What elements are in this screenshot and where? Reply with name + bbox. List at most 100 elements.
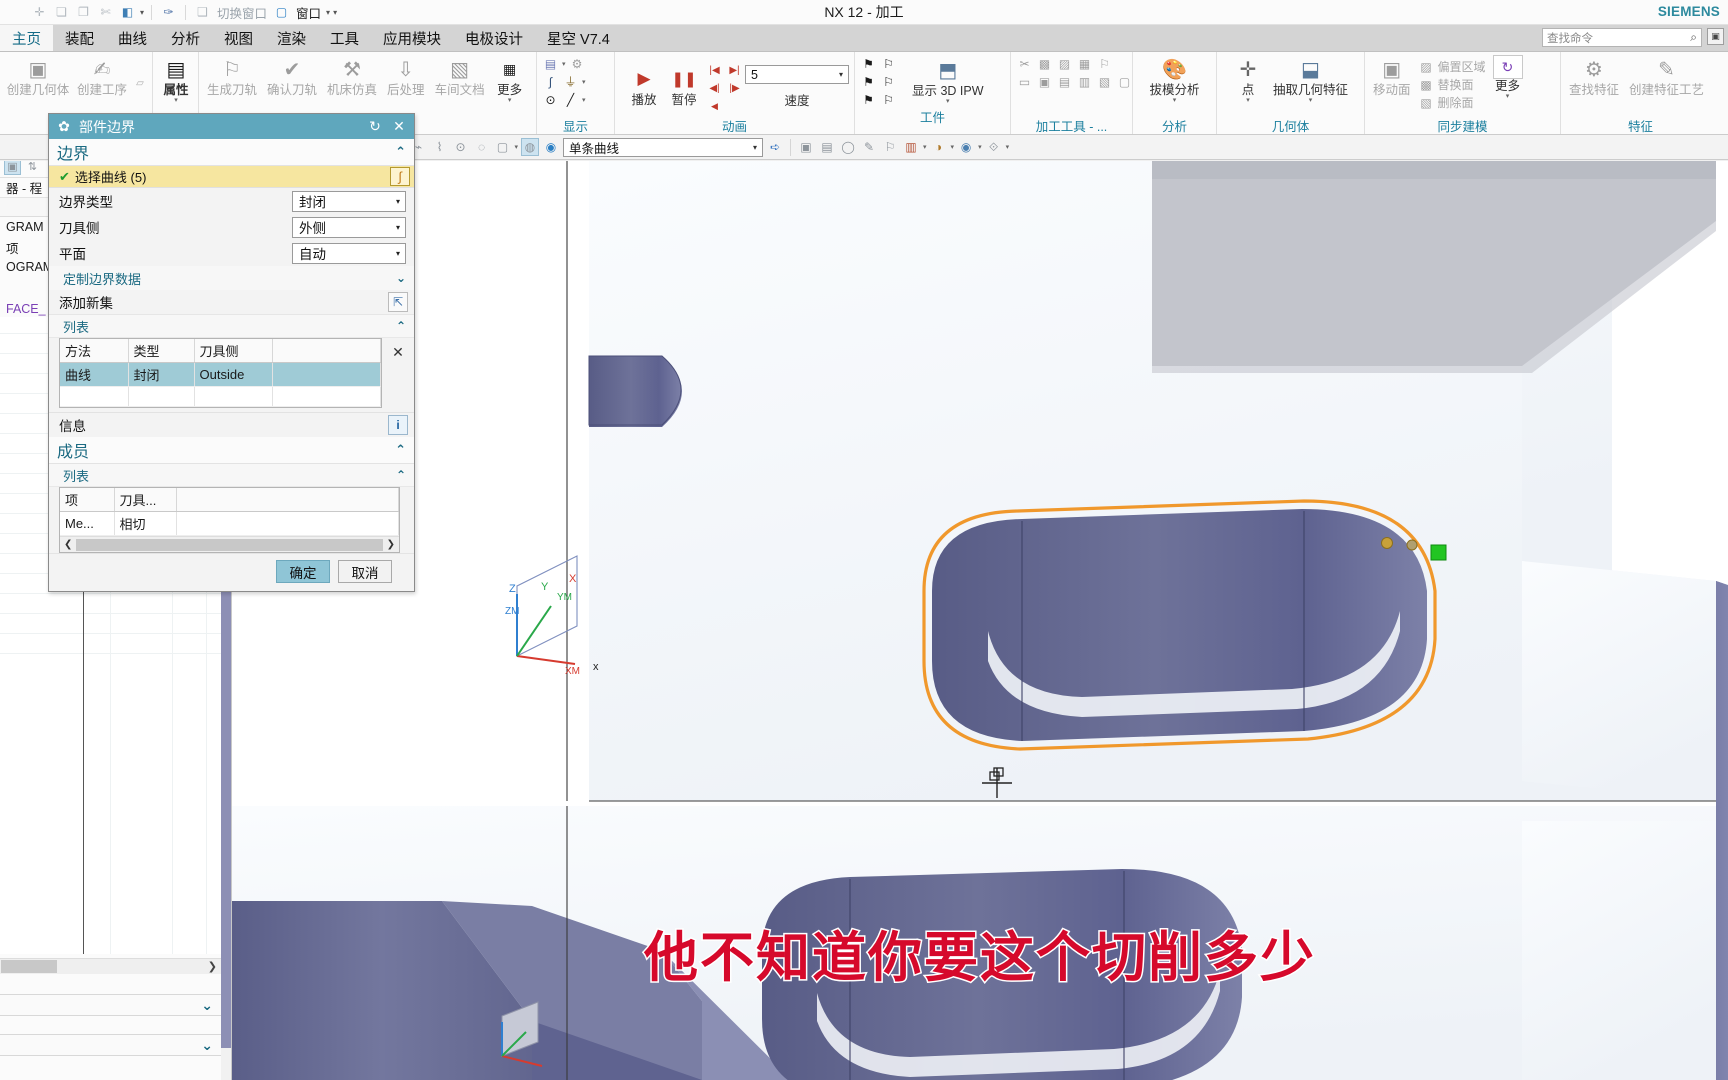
filter-solid-icon[interactable]: ◉ (542, 138, 560, 156)
tab-tools[interactable]: 工具 (318, 25, 371, 51)
create-operation-button[interactable]: ✍ 创建工序 (73, 55, 131, 98)
boundary-list-table[interactable]: 方法 类型 刀具侧 曲线 封闭 Outside (60, 339, 381, 407)
mt-icon-10[interactable]: ▧ (1096, 74, 1113, 90)
ribbon-tab-bar[interactable]: 主页 装配 曲线 分析 视图 渲染 工具 应用模块 电极设计 星空 V7.4 查… (0, 25, 1728, 52)
ipw-flag4-icon[interactable]: ⚐ (880, 74, 897, 90)
move-face-button[interactable]: ▣ 移动面 (1368, 55, 1416, 98)
reset-icon[interactable]: ↻ (366, 118, 384, 135)
add-new-set-row[interactable]: 添加新集 ⇱ (49, 290, 414, 315)
extract-geometry-button[interactable]: ⬓ 抽取几何特征 ▾ (1268, 55, 1353, 105)
remove-x-icon[interactable]: ✕ (390, 344, 406, 360)
line-dropdown-icon[interactable]: ▾ (582, 96, 586, 104)
shop-doc-button[interactable]: ▧ 车间文档 (430, 55, 490, 98)
dialog-title-bar[interactable]: ✿ 部件边界 ↻ ✕ (49, 114, 414, 139)
tool-dropdown-icon[interactable]: ▾ (582, 78, 586, 86)
undo-icon[interactable]: ❏ (52, 3, 71, 22)
point-dropdown-icon[interactable]: ▾ (1246, 97, 1250, 104)
mt-icon-11[interactable]: ▢ (1116, 74, 1133, 90)
save-icon[interactable]: ✛ (30, 3, 49, 22)
switch-window-icon[interactable]: ❑ (193, 3, 212, 22)
ribbon-minimize-button[interactable]: ▣ (1707, 28, 1724, 45)
point-button[interactable]: ✛ 点 ▾ (1228, 55, 1268, 105)
mt-icon-4[interactable]: ▦ (1076, 56, 1093, 72)
find-command-box[interactable]: 查找命令 ⌕ (1542, 28, 1702, 47)
boundary-type-select[interactable]: 封闭 ▾ (292, 190, 406, 212)
offset-region-icon[interactable]: ▨ (1418, 59, 1435, 75)
boundary-type-dropdown-icon[interactable]: ▾ (393, 197, 403, 206)
delete-face-icon[interactable]: ▧ (1418, 95, 1435, 111)
tab-curve[interactable]: 曲线 (106, 25, 159, 51)
graphics-viewport[interactable]: Z Y X ZM YM XM x 他不知道你要这个切削多少 (232, 161, 1728, 1080)
tab-electrode-design[interactable]: 电极设计 (453, 25, 535, 51)
qat-overflow-icon[interactable]: ▾ (333, 8, 337, 17)
mt-icon-1[interactable]: ✂ (1016, 56, 1033, 72)
zoom-fit-icon[interactable]: ▣ (797, 138, 815, 156)
sync-more-dropdown-icon[interactable]: ▾ (1506, 93, 1510, 100)
play-button[interactable]: ▶ 播放 (624, 65, 664, 107)
tab-application-modules[interactable]: 应用模块 (371, 25, 453, 51)
tool-side-row[interactable]: 刀具侧 外侧 ▾ (49, 214, 414, 240)
create-more-button[interactable]: ▱ (131, 55, 149, 91)
window-dropdown-icon[interactable]: ▾ (326, 8, 330, 17)
generate-toolpath-button[interactable]: ⚐ 生成刀轨 (202, 55, 262, 98)
derive-icon[interactable]: ⚙ (569, 56, 586, 72)
tab-render[interactable]: 渲染 (265, 25, 318, 51)
snap-box-icon[interactable]: ▢ (494, 138, 512, 156)
layer-dropdown-icon[interactable]: ▾ (978, 143, 982, 151)
left-panel-collapse-row-2[interactable]: ⌄ (0, 1034, 221, 1056)
step-first-icon[interactable]: |◀ (706, 62, 723, 78)
sketch-icon[interactable]: ✑ (159, 3, 178, 22)
tool-side-select[interactable]: 外侧 ▾ (292, 216, 406, 238)
draft-analysis-dropdown-icon[interactable]: ▾ (1173, 97, 1177, 104)
line-icon[interactable]: ╱ (562, 92, 579, 108)
tool-side-dropdown-icon[interactable]: ▾ (393, 223, 403, 232)
properties-button[interactable]: ▤ 属性 ▾ (156, 55, 196, 105)
window-label[interactable]: 窗口 (294, 3, 323, 22)
custom-boundary-data-chevron-icon[interactable]: ⌄ (396, 271, 406, 285)
add-new-set-button[interactable]: ⇱ (388, 292, 408, 312)
snap-box-dropdown-icon[interactable]: ▾ (515, 143, 519, 151)
ipw-flag2-icon[interactable]: ⚐ (880, 56, 897, 72)
close-icon[interactable]: ✕ (390, 118, 408, 135)
member-horizontal-scrollbar[interactable]: ❮ ❯ (60, 536, 399, 552)
extract-geometry-dropdown-icon[interactable]: ▾ (1309, 97, 1313, 104)
pause-button[interactable]: ❚❚ 暂停 (664, 65, 704, 107)
part-boundary-dialog[interactable]: ✿ 部件边界 ↻ ✕ 边界 ⌃ ✔ 选择曲线 (5) ∫ 边界类型 封闭 ▾ 刀… (48, 113, 415, 592)
mt-icon-2[interactable]: ▩ (1036, 56, 1053, 72)
select-curve-row[interactable]: ✔ 选择曲线 (5) ∫ (49, 166, 414, 188)
step-forward-icon[interactable]: |▶ (726, 80, 743, 96)
section-boundary-chevron-icon[interactable]: ⌃ (395, 144, 406, 160)
rewind-icon[interactable]: ◀ (706, 98, 723, 114)
window-icon[interactable]: ▢ (272, 3, 291, 22)
mt-icon-5[interactable]: ⚐ (1096, 56, 1113, 72)
verify-toolpath-button[interactable]: ✔ 确认刀轨 (262, 55, 322, 98)
toolpath-more-dropdown-icon[interactable]: ▾ (508, 97, 512, 104)
pan-icon[interactable]: ✎ (860, 138, 878, 156)
quick-access-toolbar[interactable]: ✛ ❏ ❐ ✄ ◧ ▾ ✑ ❑ 切换窗口 ▢ 窗口 ▾ ▾ (0, 3, 337, 22)
redo-icon[interactable]: ❐ (74, 3, 93, 22)
navigator-copy-icon[interactable]: ▣ (4, 161, 21, 175)
shade-dropdown-icon[interactable]: ▾ (951, 143, 955, 151)
table-row[interactable]: 曲线 封闭 Outside (60, 362, 381, 387)
scroll-left-icon[interactable]: ❮ (60, 539, 76, 550)
render-cube-icon[interactable]: ◧ (118, 3, 137, 22)
create-geometry-button[interactable]: ▣ 创建几何体 (3, 55, 73, 98)
zoom-window-icon[interactable]: ▤ (818, 138, 836, 156)
sync-more-button[interactable]: ↻ 更多 ▾ (1488, 55, 1528, 100)
postprocess-button[interactable]: ⇩ 后处理 (382, 55, 430, 98)
plane-dropdown-icon[interactable]: ▾ (393, 249, 403, 258)
selection-filter-dropdown-icon[interactable]: ▾ (750, 143, 760, 152)
find-feature-button[interactable]: ⚙ 查找特征 (1564, 55, 1624, 98)
section-member-chevron-icon[interactable]: ⌃ (395, 442, 406, 458)
info-icon[interactable]: i (388, 415, 408, 435)
layer-icon[interactable]: ◉ (957, 138, 975, 156)
member-list-chevron-icon[interactable]: ⌃ (396, 468, 406, 482)
curve-select-icon[interactable]: ∫ (390, 167, 410, 186)
custom-boundary-data-row[interactable]: 定制边界数据 ⌄ (49, 266, 414, 290)
show-3d-ipw-dropdown-icon[interactable]: ▾ (946, 98, 950, 105)
left-panel-horizontal-scrollbar[interactable]: ❯ (0, 958, 221, 974)
left-panel-collapse-row-1[interactable]: ⌄ (0, 994, 221, 1016)
section-member-header[interactable]: 成员 ⌃ (49, 437, 414, 464)
mt-icon-7[interactable]: ▣ (1036, 74, 1053, 90)
show-3d-ipw-button[interactable]: ⬒ 显示 3D IPW ▾ (907, 56, 989, 106)
